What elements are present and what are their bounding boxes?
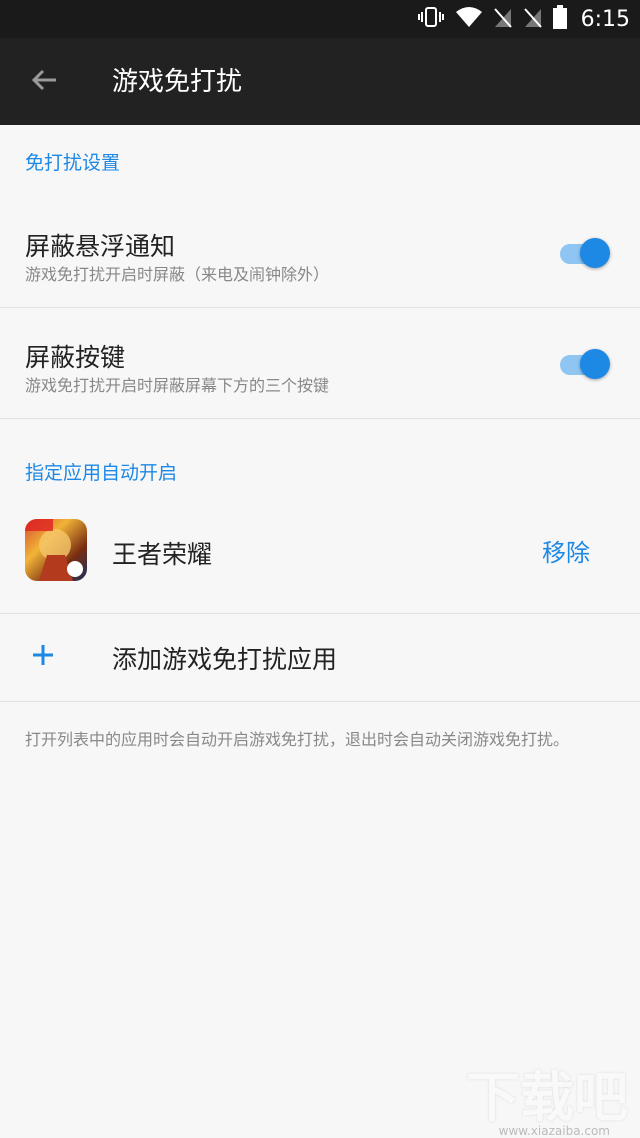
setting-row-block-keys[interactable]: 屏蔽按键 游戏免打扰开启时屏蔽屏幕下方的三个按键 <box>0 308 640 419</box>
watermark-site: www.xiazaiba.com <box>498 1124 610 1138</box>
watermark-logo: 下载吧 <box>466 1066 628 1129</box>
toggle-knob <box>580 238 610 268</box>
back-arrow-icon <box>30 68 58 96</box>
status-bar: 6:15 <box>0 0 640 38</box>
remove-button[interactable]: 移除 <box>542 533 590 568</box>
setting-row-block-notifications[interactable]: 屏蔽悬浮通知 游戏免打扰开启时屏蔽（来电及闹钟除外） <box>0 197 640 308</box>
status-icons: 6:15 <box>417 0 630 38</box>
block-notifications-toggle[interactable] <box>560 238 610 268</box>
wifi-icon <box>455 6 483 32</box>
page-title: 游戏免打扰 <box>112 67 243 97</box>
status-time: 6:15 <box>580 6 630 32</box>
block-keys-toggle[interactable] <box>560 349 610 379</box>
section-header-apps: 指定应用自动开启 <box>25 461 178 484</box>
vibrate-icon <box>417 6 445 32</box>
app-row: 王者荣耀 移除 <box>0 519 640 614</box>
app-name: 王者荣耀 <box>112 540 213 569</box>
back-button[interactable] <box>22 60 66 104</box>
no-sim-icon <box>523 6 543 32</box>
add-app-row[interactable]: 添加游戏免打扰应用 <box>0 614 640 702</box>
setting-title: 屏蔽按键 <box>25 343 126 372</box>
no-sim-icon <box>493 6 513 32</box>
setting-subtitle: 游戏免打扰开启时屏蔽屏幕下方的三个按键 <box>25 376 330 395</box>
plus-icon <box>32 644 54 666</box>
game-app-icon <box>25 519 87 581</box>
app-bar: 游戏免打扰 <box>0 38 640 125</box>
battery-icon <box>552 5 567 33</box>
toggle-knob <box>580 349 610 379</box>
main-content: 免打扰设置 屏蔽悬浮通知 游戏免打扰开启时屏蔽（来电及闹钟除外） 屏蔽按键 游戏… <box>0 125 640 774</box>
add-app-label: 添加游戏免打扰应用 <box>112 645 338 674</box>
section-header-settings: 免打扰设置 <box>25 151 121 174</box>
setting-subtitle: 游戏免打扰开启时屏蔽（来电及闹钟除外） <box>25 265 330 284</box>
footer-note: 打开列表中的应用时会自动开启游戏免打扰，退出时会自动关闭游戏免打扰。 <box>25 730 570 749</box>
setting-title: 屏蔽悬浮通知 <box>25 232 176 261</box>
